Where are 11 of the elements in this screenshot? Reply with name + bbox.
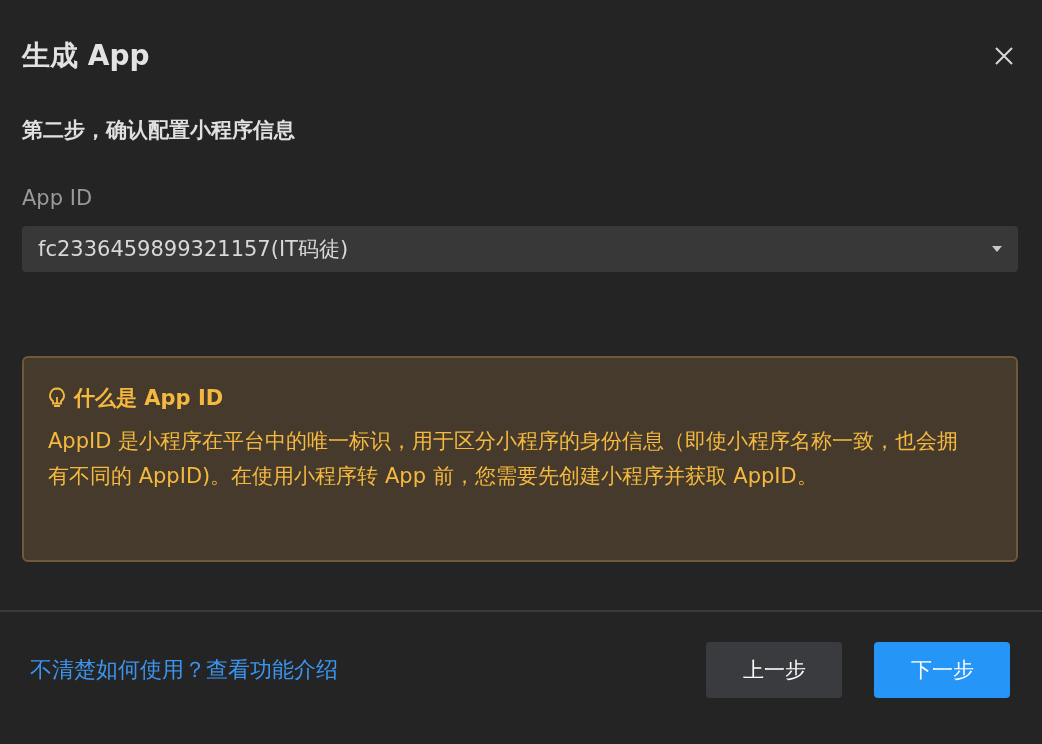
field-label: App ID [22, 186, 94, 210]
close-icon[interactable] [994, 46, 1014, 66]
dialog-title: 生成 App [22, 38, 150, 74]
lightbulb-icon [48, 387, 66, 409]
notice-text: AppID 是小程序在平台中的唯一标识，用于区分小程序的身份信息（即使小程序名称一致，也会拥有不同的 AppID)。在使用小程序转 App 前，您需要先创建小程序并获取 AppID。 [48, 428, 960, 490]
notice-title: 什么是 App ID [74, 385, 224, 412]
help-link[interactable]: 不清楚如何使用？查看功能介绍 [30, 655, 338, 685]
step-heading: 第二步，确认配置小程序信息 [22, 117, 296, 144]
back-button[interactable]: 上一步 [706, 642, 842, 698]
app-id-select[interactable]: fc2336459899321157(IT码徒) [22, 226, 1018, 272]
caret-icon [992, 246, 1002, 252]
